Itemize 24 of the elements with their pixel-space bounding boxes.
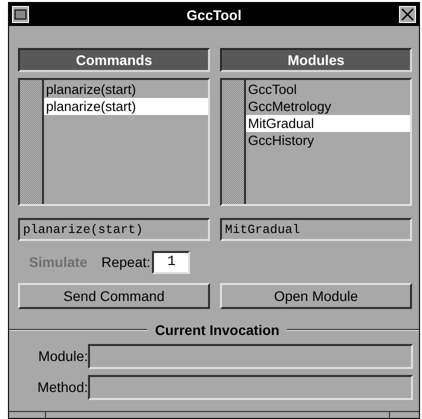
action-button[interactable]: Open Module xyxy=(220,283,412,309)
column-header: Modules xyxy=(220,48,412,72)
repeat-label: Repeat: xyxy=(101,254,150,270)
scrollbar[interactable] xyxy=(222,80,246,204)
input-field[interactable]: MitGradual xyxy=(220,218,412,241)
section-title: Current Invocation xyxy=(154,322,280,338)
list-item[interactable]: GccMetrology xyxy=(246,98,410,115)
list-item[interactable]: GccHistory xyxy=(246,132,410,149)
window-title: GccTool xyxy=(186,6,242,22)
list-item[interactable]: MitGradual xyxy=(246,115,410,132)
input-field[interactable] xyxy=(88,374,413,400)
repeat-field[interactable]: 1 xyxy=(152,250,190,274)
scrollbar[interactable] xyxy=(20,80,44,204)
window-menu-icon[interactable] xyxy=(12,6,29,23)
column-header: Commands xyxy=(18,48,210,72)
field-label: Method: xyxy=(36,379,88,395)
field-label: Module: xyxy=(37,348,88,364)
list-item[interactable]: GccTool xyxy=(246,81,410,98)
input-field[interactable]: planarize(start) xyxy=(18,218,210,241)
list-item[interactable]: planarize(start) xyxy=(44,98,208,115)
list-item[interactable]: planarize(start) xyxy=(44,81,208,98)
close-icon[interactable] xyxy=(399,6,416,23)
input-field[interactable] xyxy=(88,344,413,368)
action-button[interactable]: Send Command xyxy=(18,283,210,309)
